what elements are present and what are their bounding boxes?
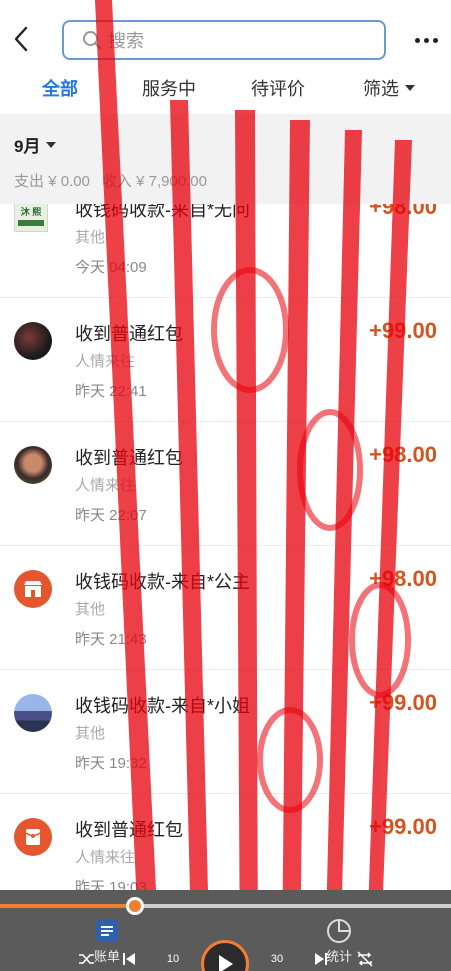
transaction-amount: +99.00: [369, 814, 437, 839]
transaction-time: 昨天 19:03: [75, 879, 147, 890]
transaction-time: 昨天 22:07: [75, 507, 147, 524]
list-item[interactable]: 收钱码收款-来自*公主 其他 昨天 21:43 +98.00: [0, 546, 451, 670]
rewind-label: 10: [166, 953, 180, 965]
avatar: [14, 446, 52, 484]
transaction-time: 昨天 19:32: [75, 755, 147, 772]
caret-down-icon: [46, 141, 57, 148]
income-value: ¥ 7,900.00: [136, 173, 207, 190]
transaction-title: 收钱码收款-来自*无问: [75, 204, 250, 220]
tab-all[interactable]: 全部: [42, 75, 78, 101]
tab-in-service[interactable]: 服务中: [142, 75, 196, 101]
search-placeholder: 搜索: [108, 31, 144, 51]
skip-previous-icon: [123, 953, 135, 965]
shuffle-button[interactable]: [76, 948, 98, 970]
transaction-title: 收到普通红包: [75, 820, 183, 840]
transaction-category: 其他: [75, 725, 106, 742]
next-button[interactable]: [310, 948, 332, 970]
month-label: 9月: [14, 137, 41, 156]
back-button[interactable]: [8, 22, 34, 56]
transaction-amount: +98.00: [369, 442, 437, 467]
search-icon: [83, 31, 101, 49]
income-label: 收入: [101, 173, 132, 190]
more-options-button[interactable]: [410, 26, 442, 54]
repeat-off-icon: [357, 951, 373, 967]
avatar: [14, 322, 52, 360]
skip-next-icon: [315, 953, 327, 965]
store-icon: [14, 570, 52, 608]
previous-button[interactable]: [118, 948, 140, 970]
media-player-bar: 账单 统计 10 30: [0, 890, 451, 971]
red-packet-icon: [14, 818, 52, 856]
shuffle-icon: [79, 954, 94, 964]
search-input[interactable]: 搜索: [62, 20, 386, 60]
transaction-category: 其他: [75, 601, 106, 618]
transaction-category: 人情来往: [75, 849, 136, 866]
list-item[interactable]: 沐 熙 收钱码收款-来自*无问 其他 今天 04:09 +98.00: [0, 204, 451, 298]
month-summary: 9月 支出 ¥ 0.00 收入 ¥ 7,900.00: [0, 114, 451, 204]
play-icon: [219, 955, 233, 971]
expense-label: 支出: [14, 173, 45, 190]
expense-value: ¥ 0.00: [48, 173, 90, 190]
caret-down-icon: [405, 85, 415, 91]
transaction-amount: +98.00: [369, 204, 437, 219]
list-item[interactable]: 收到普通红包 人情来往 昨天 22:07 +98.00: [0, 422, 451, 546]
tab-filter[interactable]: 筛选: [363, 75, 415, 101]
transaction-title: 收钱码收款-来自*公主: [75, 572, 250, 592]
shop-logo-icon: 沐 熙: [14, 204, 48, 232]
transaction-time: 今天 04:09: [75, 259, 147, 276]
rewind-button[interactable]: 10: [162, 948, 184, 970]
transaction-title: 收到普通红包: [75, 448, 183, 468]
transaction-category: 人情来往: [75, 477, 136, 494]
chevron-left-icon: [14, 26, 28, 52]
tab-pending-review[interactable]: 待评价: [251, 75, 305, 101]
list-item[interactable]: 收到普通红包 人情来往 昨天 19:03 +99.00: [0, 794, 451, 890]
forward-label: 30: [270, 953, 284, 965]
transaction-amount: +99.00: [369, 690, 437, 715]
pie-chart-icon: [327, 919, 351, 943]
transaction-title: 收到普通红包: [75, 324, 183, 344]
transaction-time: 昨天 22:41: [75, 383, 147, 400]
transaction-title: 收钱码收款-来自*小姐: [75, 696, 250, 716]
progress-handle[interactable]: [126, 897, 145, 915]
transaction-amount: +99.00: [369, 318, 437, 343]
play-button[interactable]: [201, 940, 249, 971]
list-item[interactable]: 收到普通红包 人情来往 昨天 22:41 +99.00: [0, 298, 451, 422]
tab-filter-label: 筛选: [363, 79, 399, 99]
bill-icon: [96, 920, 118, 942]
more-dot-icon: [414, 37, 420, 43]
month-selector[interactable]: 9月: [14, 132, 57, 157]
month-totals: 支出 ¥ 0.00 收入 ¥ 7,900.00: [14, 170, 207, 191]
avatar: [14, 694, 52, 732]
top-bar: 搜索: [0, 0, 451, 66]
more-dot-icon: [423, 37, 429, 43]
transaction-amount: +98.00: [369, 566, 437, 591]
progress-fill: [0, 904, 136, 908]
list-item[interactable]: 收钱码收款-来自*小姐 其他 昨天 19:32 +99.00: [0, 670, 451, 794]
transaction-list: 沐 熙 收钱码收款-来自*无问 其他 今天 04:09 +98.00 收到普通红…: [0, 204, 451, 890]
transaction-category: 人情来往: [75, 353, 136, 370]
filter-tabs: 全部 服务中 待评价 筛选: [0, 66, 451, 114]
transaction-category: 其他: [75, 229, 106, 246]
shop-logo-text: 沐 熙: [20, 206, 42, 217]
transaction-time: 昨天 21:43: [75, 631, 147, 648]
repeat-button[interactable]: [354, 948, 376, 970]
forward-button[interactable]: 30: [266, 948, 288, 970]
more-dot-icon: [432, 37, 438, 43]
